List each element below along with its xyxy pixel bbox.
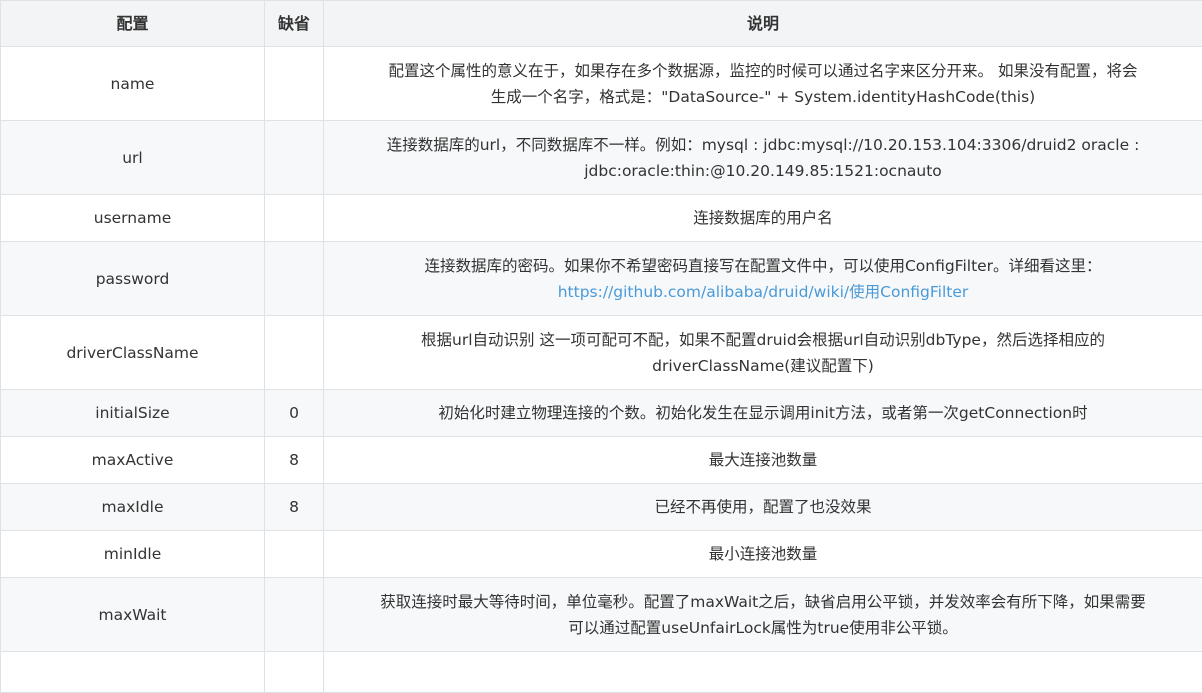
table-row: initialSize 0 初始化时建立物理连接的个数。初始化发生在显示调用in…: [1, 390, 1202, 437]
description-line: 可以通过配置useUnfairLock属性为true使用非公平锁。: [334, 615, 1192, 641]
cell-name: name: [1, 47, 265, 121]
table-row: maxWait 获取连接时最大等待时间，单位毫秒。配置了maxWait之后，缺省…: [1, 578, 1202, 652]
cell-name: url: [1, 121, 265, 195]
cell-description: 最大连接池数量: [324, 437, 1202, 484]
table-row: name 配置这个属性的意义在于，如果存在多个数据源，监控的时候可以通过名字来区…: [1, 47, 1202, 121]
cell-default: [265, 578, 324, 652]
configfilter-link[interactable]: https://github.com/alibaba/druid/wiki/使用…: [558, 283, 969, 301]
cell-name: [1, 652, 265, 693]
cell-default: 0: [265, 390, 324, 437]
cell-name: password: [1, 242, 265, 316]
header-config: 配置: [1, 1, 265, 47]
cell-description: 配置这个属性的意义在于，如果存在多个数据源，监控的时候可以通过名字来区分开来。 …: [324, 47, 1202, 121]
cell-default: [265, 316, 324, 390]
cell-default: [265, 242, 324, 316]
cell-description: [324, 652, 1202, 693]
description-line: driverClassName(建议配置下): [334, 353, 1192, 379]
cell-description: 连接数据库的密码。如果你不希望密码直接写在配置文件中，可以使用ConfigFil…: [324, 242, 1202, 316]
cell-description: 最小连接池数量: [324, 531, 1202, 578]
description-line: 最大连接池数量: [334, 447, 1192, 473]
header-description: 说明: [324, 1, 1202, 47]
cell-name: maxIdle: [1, 484, 265, 531]
cell-description: 连接数据库的url，不同数据库不一样。例如：mysql : jdbc:mysql…: [324, 121, 1202, 195]
description-line: 最小连接池数量: [334, 541, 1192, 567]
cell-description: 连接数据库的用户名: [324, 195, 1202, 242]
description-line: 连接数据库的url，不同数据库不一样。例如：mysql : jdbc:mysql…: [334, 132, 1192, 158]
cell-default: [265, 652, 324, 693]
table-row: driverClassName 根据url自动识别 这一项可配可不配，如果不配置…: [1, 316, 1202, 390]
description-line: 连接数据库的用户名: [334, 205, 1192, 231]
table-row: maxIdle 8 已经不再使用，配置了也没效果: [1, 484, 1202, 531]
cell-name: maxActive: [1, 437, 265, 484]
description-line: 连接数据库的密码。如果你不希望密码直接写在配置文件中，可以使用ConfigFil…: [334, 253, 1192, 279]
description-line: 初始化时建立物理连接的个数。初始化发生在显示调用init方法，或者第一次getC…: [334, 400, 1192, 426]
description-line: 根据url自动识别 这一项可配可不配，如果不配置druid会根据url自动识别d…: [334, 327, 1192, 353]
cell-description: 已经不再使用，配置了也没效果: [324, 484, 1202, 531]
cell-name: initialSize: [1, 390, 265, 437]
description-line: 已经不再使用，配置了也没效果: [334, 494, 1192, 520]
cell-name: minIdle: [1, 531, 265, 578]
table-row: username 连接数据库的用户名: [1, 195, 1202, 242]
cell-default: [265, 195, 324, 242]
description-line: jdbc:oracle:thin:@10.20.149.85:1521:ocna…: [334, 158, 1192, 184]
cell-description: 获取连接时最大等待时间，单位毫秒。配置了maxWait之后，缺省启用公平锁，并发…: [324, 578, 1202, 652]
header-default: 缺省: [265, 1, 324, 47]
cell-name: username: [1, 195, 265, 242]
cell-description: 初始化时建立物理连接的个数。初始化发生在显示调用init方法，或者第一次getC…: [324, 390, 1202, 437]
description-line: 配置这个属性的意义在于，如果存在多个数据源，监控的时候可以通过名字来区分开来。 …: [334, 58, 1192, 84]
config-table: 配置 缺省 说明 name 配置这个属性的意义在于，如果存在多个数据源，监控的时…: [0, 0, 1202, 693]
table-row-partial: [1, 652, 1202, 693]
table-row: minIdle 最小连接池数量: [1, 531, 1202, 578]
cell-description: 根据url自动识别 这一项可配可不配，如果不配置druid会根据url自动识别d…: [324, 316, 1202, 390]
description-line: 生成一个名字，格式是："DataSource-" + System.identi…: [334, 84, 1192, 110]
table-row: password 连接数据库的密码。如果你不希望密码直接写在配置文件中，可以使用…: [1, 242, 1202, 316]
cell-default: 8: [265, 437, 324, 484]
cell-default: [265, 121, 324, 195]
table-header-row: 配置 缺省 说明: [1, 1, 1202, 47]
cell-default: [265, 531, 324, 578]
cell-name: maxWait: [1, 578, 265, 652]
table-row: url 连接数据库的url，不同数据库不一样。例如：mysql : jdbc:m…: [1, 121, 1202, 195]
table-row: maxActive 8 最大连接池数量: [1, 437, 1202, 484]
description-line: 获取连接时最大等待时间，单位毫秒。配置了maxWait之后，缺省启用公平锁，并发…: [334, 589, 1192, 615]
cell-default: 8: [265, 484, 324, 531]
cell-default: [265, 47, 324, 121]
cell-name: driverClassName: [1, 316, 265, 390]
